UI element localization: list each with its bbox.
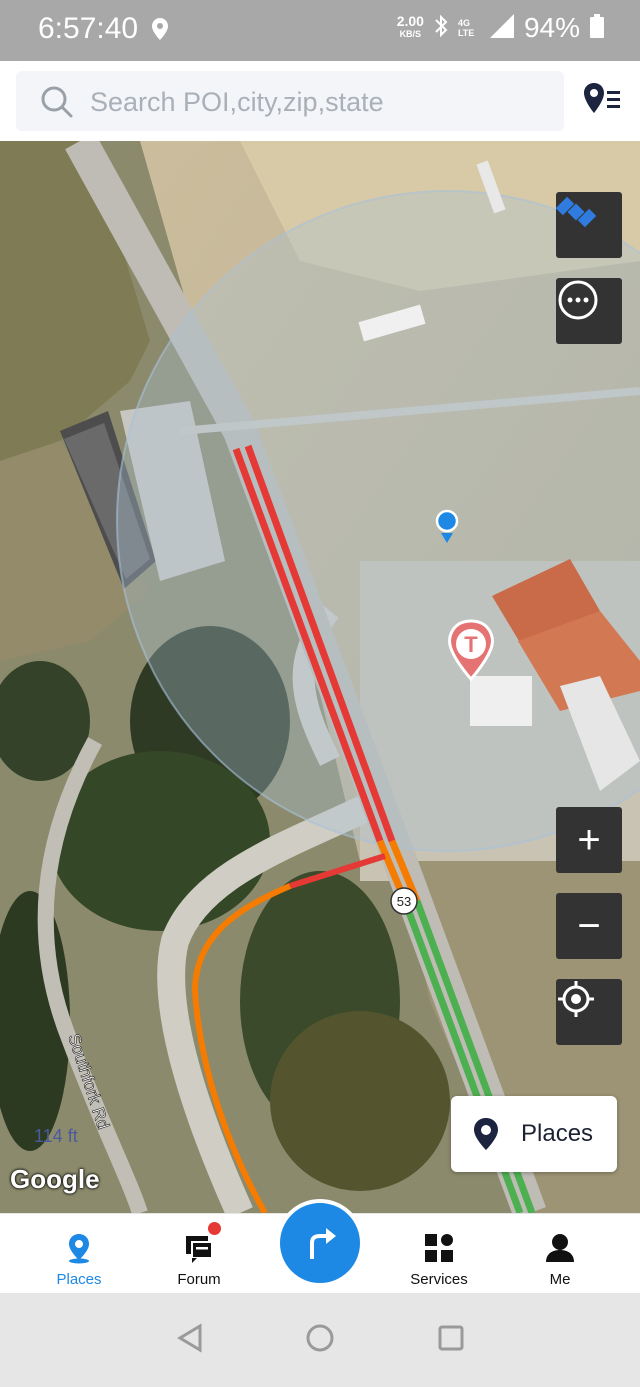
zoom-in-button[interactable]: + (556, 807, 622, 873)
nav-forum[interactable]: Forum (144, 1214, 254, 1294)
zoom-out-label: − (577, 904, 601, 948)
nav-label: Places (56, 1271, 102, 1288)
location-icon (152, 18, 168, 45)
nav-places[interactable]: Places (24, 1214, 134, 1294)
services-icon (423, 1232, 455, 1264)
status-bar: 6:57:40 2.00 KB/S 4G LTE 94% (0, 0, 640, 61)
nav-label: Forum (177, 1271, 221, 1288)
places-button[interactable]: Places (451, 1096, 617, 1172)
nav-services[interactable]: Services (384, 1214, 494, 1294)
current-location-dot (435, 509, 459, 533)
route-shield: 53 (397, 894, 411, 909)
signal-icon (489, 13, 514, 43)
poi-list-icon[interactable] (580, 79, 624, 123)
google-logo: Google (10, 1164, 100, 1194)
back-icon[interactable] (176, 1323, 204, 1358)
search-input[interactable] (88, 71, 552, 133)
location-pin-icon (471, 1118, 501, 1155)
places-icon (63, 1232, 95, 1264)
home-icon[interactable] (305, 1323, 335, 1358)
person-icon (544, 1232, 576, 1264)
svg-text:T: T (464, 632, 478, 657)
recents-icon[interactable] (437, 1323, 465, 1358)
forum-notification-badge (208, 1222, 221, 1235)
map-scale: 114 ft (34, 1126, 78, 1146)
system-nav-bar (0, 1293, 640, 1387)
map-view[interactable]: 53 Southfork Rd T + − (0, 141, 640, 1213)
satellite-map: 53 Southfork Rd T (0, 141, 640, 1213)
nav-label: Services (410, 1271, 468, 1288)
search-icon (40, 85, 74, 124)
battery-level: 94% (523, 12, 580, 43)
zoom-in-label: + (577, 818, 601, 862)
locate-me-button[interactable] (556, 979, 622, 1045)
turn-right-icon (302, 1225, 338, 1266)
network-type: 4G LTE (457, 18, 475, 38)
search-box[interactable] (16, 71, 564, 133)
search-bar (0, 61, 640, 141)
battery-icon (590, 13, 604, 43)
network-speed: 2.00 KB/S (396, 13, 424, 39)
zoom-out-button[interactable]: − (556, 893, 622, 959)
clock: 6:57:40 (38, 12, 139, 45)
places-button-label: Places (521, 1120, 594, 1147)
navigate-fab[interactable] (276, 1199, 364, 1287)
nav-label: Me (549, 1271, 571, 1288)
more-options-button[interactable] (556, 278, 622, 344)
nav-me[interactable]: Me (505, 1214, 615, 1294)
satellite-layer-button[interactable] (556, 192, 622, 258)
forum-icon (183, 1232, 215, 1264)
bluetooth-icon (434, 14, 448, 43)
